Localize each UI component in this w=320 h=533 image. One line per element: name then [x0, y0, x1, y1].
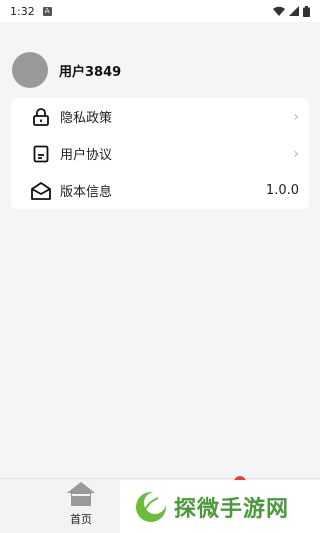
- chevron-right-icon: ›: [293, 108, 299, 125]
- profile-header[interactable]: 用户3849: [12, 52, 121, 88]
- menu-label: 用户协议: [60, 148, 113, 163]
- nav-home-label: 首页: [70, 513, 92, 526]
- home-icon: [67, 482, 95, 506]
- watermark: 探微手游网: [120, 480, 320, 533]
- nav-home[interactable]: 首页: [56, 481, 106, 533]
- settings-menu: 隐私政策 › 用户协议 › 版本信息 1.0.0: [11, 98, 309, 209]
- menu-label: 隐私政策: [60, 111, 113, 126]
- lock-icon: [30, 106, 52, 128]
- watermark-text: 探微手游网: [174, 496, 290, 522]
- avatar[interactable]: [12, 52, 48, 88]
- menu-item-privacy-policy[interactable]: 隐私政策 ›: [11, 98, 309, 135]
- menu-item-version-info[interactable]: 版本信息 1.0.0: [11, 172, 309, 209]
- notification-icon: A: [42, 6, 52, 16]
- status-time: 1:32: [10, 4, 35, 18]
- version-value: 1.0.0: [265, 183, 299, 198]
- battery-icon: [303, 5, 310, 17]
- envelope-open-icon: [30, 180, 52, 202]
- menu-label: 版本信息: [60, 185, 113, 200]
- menu-item-user-agreement[interactable]: 用户协议 ›: [11, 135, 309, 172]
- signal-icon: [289, 6, 299, 16]
- wifi-icon: [273, 6, 285, 16]
- leaf-logo-icon: [136, 491, 166, 522]
- document-icon: [30, 143, 52, 165]
- status-bar: 1:32 A: [0, 0, 320, 22]
- chevron-right-icon: ›: [293, 145, 299, 162]
- status-icons: [273, 5, 310, 17]
- username: 用户3849: [59, 64, 122, 80]
